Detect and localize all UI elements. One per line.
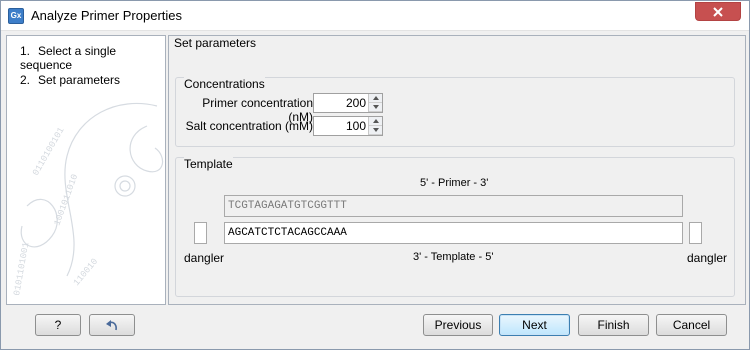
parameters-panel: Set parameters Concentrations Primer con… [168,35,746,305]
left-dangler-label: dangler [184,251,225,265]
salt-concentration-label: Salt concentration (mM) [185,119,313,133]
svg-text:0101101001: 0101101001 [12,242,31,297]
decrement-arrow-icon[interactable] [369,126,382,135]
step-item-select-sequence[interactable]: 1. Select a single sequence [20,44,165,72]
decorative-dna-swirl: 0110100101 1001011010 0101101001 110010 [12,102,164,297]
close-icon [713,7,723,17]
template-group: Template 5' - Primer - 3' TCGTAGAGATGTCG… [175,157,735,297]
increment-arrow-icon[interactable] [369,94,382,103]
next-button[interactable]: Next [499,314,570,336]
finish-button[interactable]: Finish [578,314,649,336]
template-caption: 3' - Template - 5' [413,251,494,263]
svg-text:0110100101: 0110100101 [31,126,67,178]
salt-concentration-spinner[interactable] [313,116,383,136]
svg-text:1001011010: 1001011010 [52,173,80,227]
decrement-arrow-icon[interactable] [369,103,382,112]
steps-panel: 1. Select a single sequence 2. Set paramet… [6,35,166,305]
primer-caption: 5' - Primer - 3' [420,177,489,189]
step-number: 2. [20,73,31,87]
help-button[interactable]: ? [35,314,81,336]
right-dangler-field[interactable] [689,222,702,244]
title-bar[interactable]: Gx Analyze Primer Properties [1,1,749,31]
primer-concentration-spinner[interactable] [313,93,383,113]
primer-concentration-input[interactable] [316,95,366,111]
reset-button[interactable] [89,314,135,336]
salt-concentration-input[interactable] [316,118,366,134]
increment-arrow-icon[interactable] [369,117,382,126]
concentrations-group: Concentrations Primer concentration (nM)… [175,77,735,147]
template-sequence-field[interactable]: AGCATCTCTACAGCCAAA [224,222,683,244]
primer-sequence-field: TCGTAGAGATGTCGGTTT [224,195,683,217]
step-item-set-parameters[interactable]: 2. Set parameters [20,73,120,87]
group-title: Concentrations [184,77,265,91]
window-title: Analyze Primer Properties [31,8,182,23]
left-dangler-field[interactable] [194,222,207,244]
cancel-button[interactable]: Cancel [656,314,727,336]
right-dangler-label: dangler [687,251,728,265]
undo-arrow-icon [106,320,117,331]
svg-text:110010: 110010 [72,257,100,288]
previous-button[interactable]: Previous [423,314,493,336]
step-label: Set parameters [38,73,121,87]
group-title: Template [184,157,233,171]
gx-app-icon: Gx [8,8,24,24]
dialog-window: Gx Analyze Primer Properties 1. Select a … [0,0,750,350]
spinner-arrows[interactable] [368,117,382,135]
panel-title: Set parameters [174,36,257,50]
close-button[interactable] [695,2,741,21]
spinner-arrows[interactable] [368,94,382,112]
step-number: 1. [20,44,31,58]
